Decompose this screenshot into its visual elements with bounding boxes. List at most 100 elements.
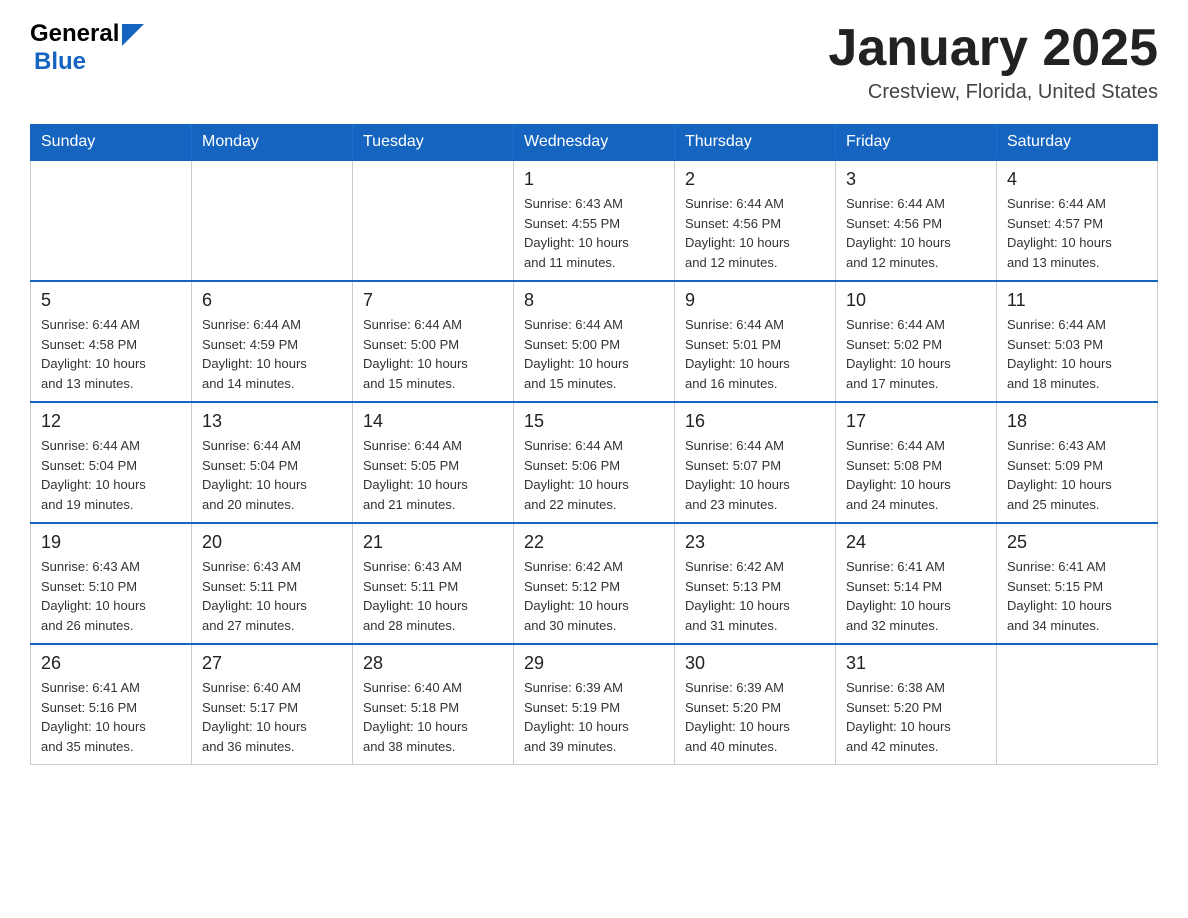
day-info: Sunrise: 6:41 AM Sunset: 5:16 PM Dayligh… [41,678,181,756]
day-info: Sunrise: 6:44 AM Sunset: 5:06 PM Dayligh… [524,436,664,514]
day-info: Sunrise: 6:41 AM Sunset: 5:14 PM Dayligh… [846,557,986,635]
calendar-header-tuesday: Tuesday [353,125,514,161]
logo-triangle-icon [122,24,144,46]
calendar-cell: 23 Sunrise: 6:42 AM Sunset: 5:13 PM Dayli… [675,523,836,644]
calendar-week-row: 5Sunrise: 6:44 AM Sunset: 4:58 PM Daylig… [31,281,1158,402]
calendar-cell: 22 Sunrise: 6:42 AM Sunset: 5:12 PM Dayli… [514,523,675,644]
calendar-cell: 21 Sunrise: 6:43 AM Sunset: 5:11 PM Dayli… [353,523,514,644]
day-number: 29 [524,653,664,674]
day-info: Sunrise: 6:44 AM Sunset: 4:56 PM Dayligh… [846,194,986,272]
day-info: Sunrise: 6:44 AM Sunset: 5:07 PM Dayligh… [685,436,825,514]
calendar-cell: 7 Sunrise: 6:44 AM Sunset: 5:00 PM Daylig… [353,281,514,402]
calendar-cell: 26 Sunrise: 6:41 AM Sunset: 5:16 PM Dayli… [31,644,192,765]
calendar-cell: 2 Sunrise: 6:44 AM Sunset: 4:56 PM Daylig… [675,160,836,281]
title-block: January 2025 Crestview, Florida, United … [828,20,1158,104]
calendar-week-row: 26 Sunrise: 6:41 AM Sunset: 5:16 PM Dayli… [31,644,1158,765]
calendar-cell: 10 Sunrise: 6:44 AM Sunset: 5:02 PM Dayli… [836,281,997,402]
day-info: Sunrise: 6:44 AM Sunset: 5:03 PM Dayligh… [1007,315,1147,393]
calendar-week-row: 12Sunrise: 6:44 AM Sunset: 5:04 PM Dayli… [31,402,1158,523]
day-number: 23 [685,532,825,553]
day-number: 4 [1007,169,1147,190]
calendar-cell: 13 Sunrise: 6:44 AM Sunset: 5:04 PM Dayli… [192,402,353,523]
day-info: Sunrise: 6:39 AM Sunset: 5:20 PM Dayligh… [685,678,825,756]
day-info: Sunrise: 6:44 AM Sunset: 5:04 PM Dayligh… [202,436,342,514]
calendar-cell: 6Sunrise: 6:44 AM Sunset: 4:59 PM Daylig… [192,281,353,402]
day-number: 24 [846,532,986,553]
calendar-cell: 30 Sunrise: 6:39 AM Sunset: 5:20 PM Dayli… [675,644,836,765]
day-number: 16 [685,411,825,432]
day-info: Sunrise: 6:44 AM Sunset: 5:01 PM Dayligh… [685,315,825,393]
day-number: 2 [685,169,825,190]
day-number: 7 [363,290,503,311]
calendar-table: SundayMondayTuesdayWednesdayThursdayFrid… [30,124,1158,765]
calendar-week-row: 1 Sunrise: 6:43 AM Sunset: 4:55 PM Daylig… [31,160,1158,281]
day-info: Sunrise: 6:44 AM Sunset: 5:05 PM Dayligh… [363,436,503,514]
logo-blue-text: Blue [34,48,86,76]
calendar-header-friday: Friday [836,125,997,161]
day-number: 1 [524,169,664,190]
calendar-cell: 1 Sunrise: 6:43 AM Sunset: 4:55 PM Daylig… [514,160,675,281]
calendar-cell: 20Sunrise: 6:43 AM Sunset: 5:11 PM Dayli… [192,523,353,644]
calendar-cell: 25Sunrise: 6:41 AM Sunset: 5:15 PM Dayli… [997,523,1158,644]
day-info: Sunrise: 6:44 AM Sunset: 5:02 PM Dayligh… [846,315,986,393]
calendar-week-row: 19 Sunrise: 6:43 AM Sunset: 5:10 PM Dayli… [31,523,1158,644]
calendar-header-monday: Monday [192,125,353,161]
day-number: 25 [1007,532,1147,553]
day-info: Sunrise: 6:44 AM Sunset: 4:58 PM Dayligh… [41,315,181,393]
calendar-cell [192,160,353,281]
day-number: 14 [363,411,503,432]
day-number: 28 [363,653,503,674]
day-info: Sunrise: 6:44 AM Sunset: 5:08 PM Dayligh… [846,436,986,514]
month-title: January 2025 [828,20,1158,77]
day-number: 27 [202,653,342,674]
day-number: 19 [41,532,181,553]
calendar-cell: 15 Sunrise: 6:44 AM Sunset: 5:06 PM Dayli… [514,402,675,523]
calendar-cell: 12Sunrise: 6:44 AM Sunset: 5:04 PM Dayli… [31,402,192,523]
page-header: General Blue January 2025 Crestview, Flo… [30,20,1158,104]
day-number: 17 [846,411,986,432]
day-info: Sunrise: 6:43 AM Sunset: 5:09 PM Dayligh… [1007,436,1147,514]
day-info: Sunrise: 6:44 AM Sunset: 5:00 PM Dayligh… [524,315,664,393]
day-number: 3 [846,169,986,190]
day-number: 8 [524,290,664,311]
day-number: 18 [1007,411,1147,432]
day-number: 30 [685,653,825,674]
calendar-header-wednesday: Wednesday [514,125,675,161]
day-info: Sunrise: 6:43 AM Sunset: 5:11 PM Dayligh… [202,557,342,635]
day-number: 15 [524,411,664,432]
calendar-header-saturday: Saturday [997,125,1158,161]
day-info: Sunrise: 6:44 AM Sunset: 4:57 PM Dayligh… [1007,194,1147,272]
day-number: 13 [202,411,342,432]
calendar-cell: 16 Sunrise: 6:44 AM Sunset: 5:07 PM Dayli… [675,402,836,523]
day-info: Sunrise: 6:44 AM Sunset: 5:04 PM Dayligh… [41,436,181,514]
calendar-cell: 29Sunrise: 6:39 AM Sunset: 5:19 PM Dayli… [514,644,675,765]
calendar-cell: 27 Sunrise: 6:40 AM Sunset: 5:17 PM Dayli… [192,644,353,765]
day-info: Sunrise: 6:44 AM Sunset: 4:56 PM Dayligh… [685,194,825,272]
day-info: Sunrise: 6:40 AM Sunset: 5:17 PM Dayligh… [202,678,342,756]
logo: General Blue [30,20,144,76]
day-number: 21 [363,532,503,553]
calendar-cell: 8 Sunrise: 6:44 AM Sunset: 5:00 PM Daylig… [514,281,675,402]
calendar-cell: 4 Sunrise: 6:44 AM Sunset: 4:57 PM Daylig… [997,160,1158,281]
day-info: Sunrise: 6:44 AM Sunset: 5:00 PM Dayligh… [363,315,503,393]
day-info: Sunrise: 6:43 AM Sunset: 4:55 PM Dayligh… [524,194,664,272]
day-info: Sunrise: 6:42 AM Sunset: 5:12 PM Dayligh… [524,557,664,635]
day-number: 22 [524,532,664,553]
day-number: 11 [1007,290,1147,311]
day-number: 10 [846,290,986,311]
calendar-cell: 3 Sunrise: 6:44 AM Sunset: 4:56 PM Daylig… [836,160,997,281]
day-info: Sunrise: 6:38 AM Sunset: 5:20 PM Dayligh… [846,678,986,756]
day-info: Sunrise: 6:44 AM Sunset: 4:59 PM Dayligh… [202,315,342,393]
day-number: 26 [41,653,181,674]
calendar-cell: 24 Sunrise: 6:41 AM Sunset: 5:14 PM Dayli… [836,523,997,644]
calendar-cell: 9Sunrise: 6:44 AM Sunset: 5:01 PM Daylig… [675,281,836,402]
day-info: Sunrise: 6:43 AM Sunset: 5:11 PM Dayligh… [363,557,503,635]
calendar-cell [353,160,514,281]
calendar-cell: 18 Sunrise: 6:43 AM Sunset: 5:09 PM Dayli… [997,402,1158,523]
day-info: Sunrise: 6:43 AM Sunset: 5:10 PM Dayligh… [41,557,181,635]
calendar-cell: 31Sunrise: 6:38 AM Sunset: 5:20 PM Dayli… [836,644,997,765]
calendar-cell: 28 Sunrise: 6:40 AM Sunset: 5:18 PM Dayli… [353,644,514,765]
day-info: Sunrise: 6:40 AM Sunset: 5:18 PM Dayligh… [363,678,503,756]
day-info: Sunrise: 6:42 AM Sunset: 5:13 PM Dayligh… [685,557,825,635]
calendar-cell [997,644,1158,765]
